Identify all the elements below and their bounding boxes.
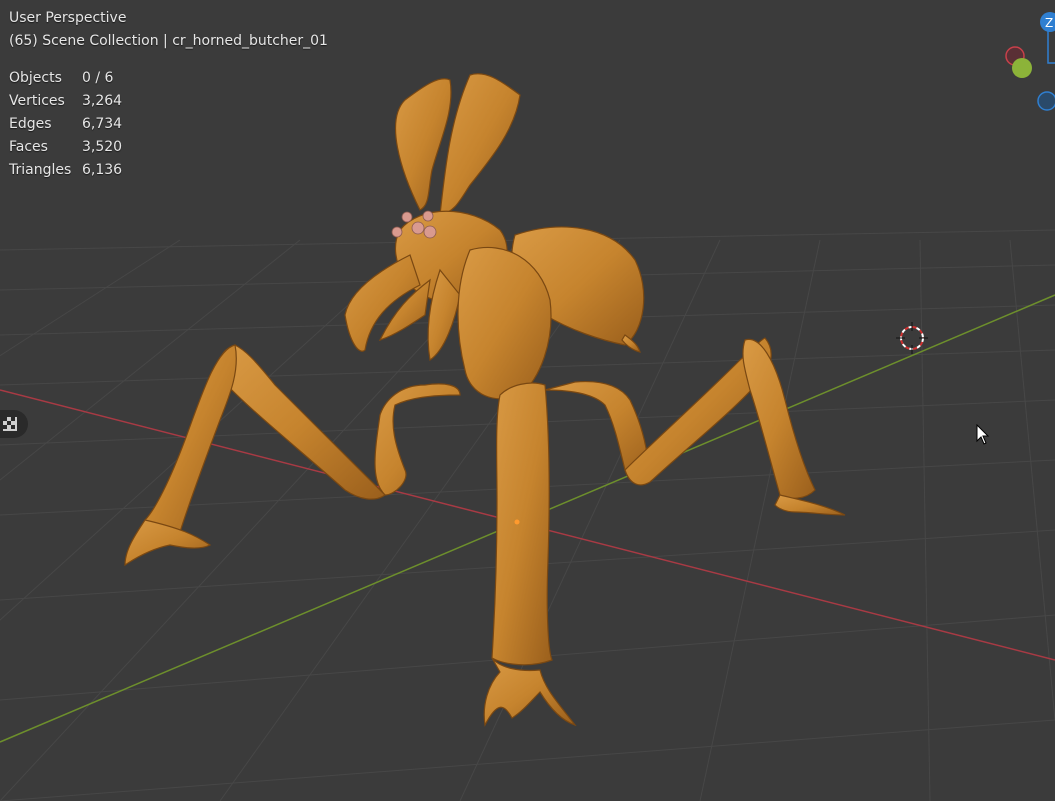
stat-row-faces: Faces 3,520 [9,137,122,160]
stat-value: 3,520 [82,139,123,155]
gizmo-z-label: Z [1045,16,1053,30]
stat-value: 6,136 [82,162,123,178]
collection-path: (65) Scene Collection | cr_horned_butche… [9,33,328,49]
stat-label: Triangles [9,162,72,178]
stat-label: Objects [9,70,62,86]
mouse-pointer-icon [976,424,990,445]
stat-label: Faces [9,139,48,155]
gizmo-z-negative-icon [1037,91,1055,111]
view-name: User Perspective [9,10,127,26]
viewport-info: User Perspective (65) Scene Collection |… [9,8,328,54]
3d-viewport[interactable]: Z User Perspective (65) Scene Collection… [0,0,1055,801]
3d-cursor[interactable] [896,322,928,354]
stat-value: 6,734 [82,116,123,132]
navigation-gizmo[interactable]: Z [995,0,1055,120]
toolbar-toggle-button[interactable] [0,410,28,438]
stat-value: 3,264 [82,93,123,109]
gizmo-y-axis-icon [1012,58,1032,78]
creature-model[interactable] [100,60,860,750]
stat-row-objects: Objects 0 / 6 [9,68,122,91]
stat-row-triangles: Triangles 6,136 [9,160,122,183]
stat-label: Vertices [9,93,65,109]
scene-statistics: Objects 0 / 6 Vertices 3,264 Edges 6,734… [9,68,122,183]
stat-label: Edges [9,116,52,132]
object-origin [514,519,520,525]
checker-icon [3,417,17,431]
stat-row-vertices: Vertices 3,264 [9,91,122,114]
stat-row-edges: Edges 6,734 [9,114,122,137]
stat-value: 0 / 6 [82,70,114,86]
